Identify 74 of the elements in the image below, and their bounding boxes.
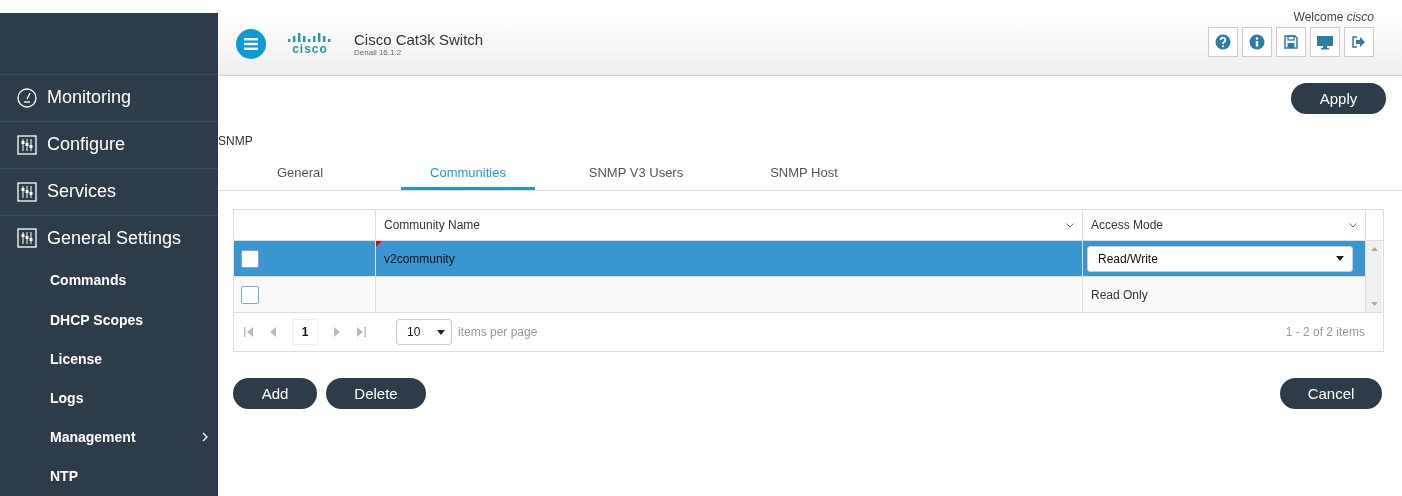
sliders-icon [17, 181, 37, 202]
dropdown-field[interactable]: Read/Write [1087, 245, 1353, 272]
action-button[interactable]: Delete [326, 378, 426, 409]
checkbox[interactable] [241, 249, 259, 268]
tab[interactable]: SNMP V3 Users [569, 162, 703, 190]
next-page-icon[interactable] [332, 327, 342, 337]
toolbar-button[interactable] [1276, 27, 1306, 57]
info-icon [1249, 34, 1265, 50]
submenu-label: Commands [50, 272, 127, 289]
scroll-up-icon [1370, 247, 1378, 251]
nav-label: General Settings [47, 227, 182, 249]
scroll-down-icon [1370, 302, 1378, 306]
nav-label: Configure [47, 134, 126, 156]
save-icon [1283, 34, 1299, 50]
toolbar-button[interactable] [1242, 27, 1272, 57]
action-button[interactable]: Add [233, 378, 317, 409]
caret-icon [437, 329, 445, 335]
table-row[interactable]: v2community Read/Write [234, 241, 1365, 277]
submenu-item[interactable]: NTP [0, 456, 218, 496]
nav-item[interactable]: Configure [0, 121, 218, 169]
column-header[interactable]: Community Name [384, 218, 481, 232]
menu-button[interactable] [236, 29, 266, 59]
table-cell: Read Only [1091, 287, 1148, 302]
menu-icon [244, 38, 258, 50]
submenu-label: Management [50, 429, 136, 446]
chevron-icon [202, 432, 208, 443]
previous-page-icon[interactable] [268, 327, 278, 337]
nav-label: Monitoring [47, 87, 132, 109]
caret-icon [1336, 256, 1344, 261]
toolbar-button[interactable] [1310, 27, 1340, 57]
nav-label: Services [47, 181, 117, 203]
section-title: SNMP [218, 134, 254, 148]
help-icon [1215, 34, 1231, 50]
toolbar-button[interactable] [1208, 27, 1238, 57]
submenu-item[interactable]: Commands [0, 260, 218, 301]
page-size-dropdown[interactable]: 10 [396, 319, 452, 345]
welcome-text: Welcome cisco [1293, 10, 1374, 24]
gauge-icon [17, 87, 37, 108]
submenu-label: NTP [50, 468, 78, 485]
logo-text: cisco [292, 42, 328, 56]
page-number[interactable]: 1 [292, 319, 318, 345]
cancel-button[interactable]: Cancel [1280, 378, 1382, 409]
submenu-item[interactable]: Logs [0, 378, 218, 418]
submenu-item[interactable]: Management [0, 417, 218, 457]
tab[interactable]: SNMP Host [737, 162, 871, 190]
chevron-down-icon [1066, 222, 1074, 228]
first-page-icon[interactable] [244, 327, 254, 337]
tab[interactable]: General [233, 162, 367, 190]
version-text: Denali 16.1.2 [354, 48, 403, 57]
submenu-item[interactable]: License [0, 339, 218, 379]
table-row[interactable]: Read Only [234, 277, 1365, 313]
nav-item[interactable]: General Settings [0, 215, 218, 261]
logo-bars-icon [288, 32, 332, 42]
page-size-label: items per page [458, 325, 538, 339]
chevron-down-icon [1349, 222, 1357, 228]
submenu-label: DHCP Scopes [50, 311, 144, 328]
app-title: Cisco Cat3k Switch [354, 31, 484, 48]
toolbar-button[interactable] [1344, 27, 1374, 57]
apply-button[interactable]: Apply [1291, 83, 1386, 114]
logout-icon [1351, 34, 1367, 50]
sliders-icon [17, 134, 37, 155]
nav-item[interactable]: Monitoring [0, 74, 218, 122]
sliders-icon [17, 228, 37, 249]
submenu-item[interactable]: DHCP Scopes [0, 300, 218, 340]
column-header[interactable]: Access Mode [1091, 218, 1164, 232]
last-page-icon[interactable] [356, 327, 366, 337]
scrollbar[interactable] [1365, 241, 1382, 313]
monitor-icon [1316, 34, 1334, 50]
pager-summary: 1 - 2 of 2 items [1285, 325, 1365, 339]
submenu-label: Logs [50, 390, 84, 407]
table-cell: v2community [384, 251, 455, 266]
submenu-label: License [50, 350, 103, 367]
nav-item[interactable]: Services [0, 168, 218, 216]
checkbox[interactable] [241, 285, 259, 304]
